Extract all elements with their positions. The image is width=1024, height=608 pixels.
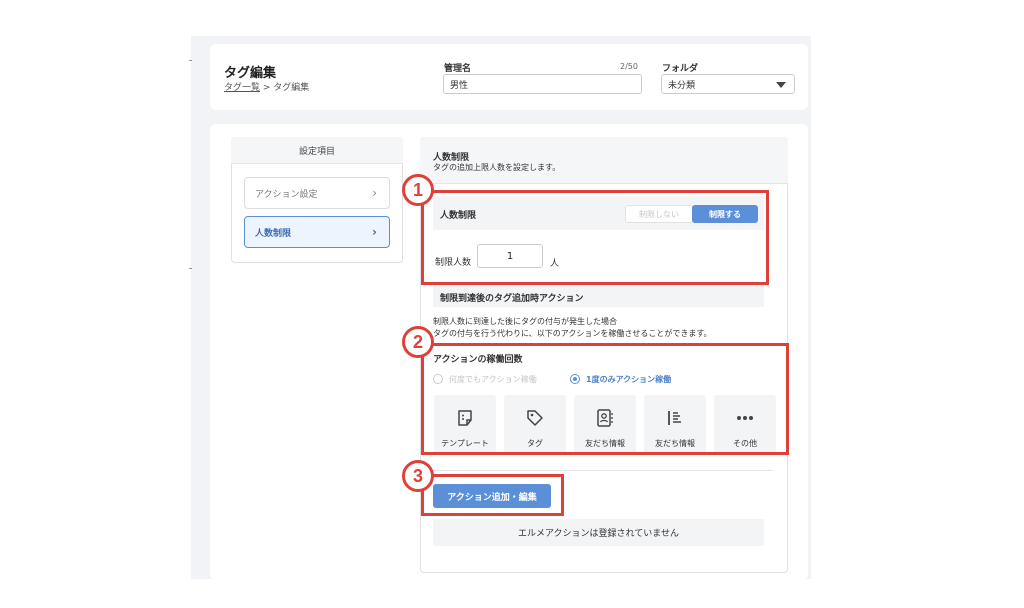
breadcrumb-link-tag-list[interactable]: タグ一覧 <box>224 83 260 93</box>
name-input-value: 男性 <box>450 80 469 91</box>
folder-field-label: フォルダ <box>662 64 699 74</box>
empty-actions-box: エルメアクションは登録されていません <box>433 519 764 546</box>
divider <box>433 470 773 471</box>
empty-actions-message: エルメアクションは登録されていません <box>517 529 679 539</box>
after-limit-desc-1: 制限人数に到達した後にタグの付与が発生した場合 <box>433 317 617 326</box>
breadcrumb: タグ一覧 > タグ編集 <box>224 80 309 93</box>
annotation-badge-3: 3 <box>402 460 434 492</box>
page-title: タグ編集 <box>224 66 277 81</box>
annotation-badge-1: 1 <box>402 174 434 206</box>
name-input[interactable]: 男性 <box>443 74 642 94</box>
after-limit-desc-2: タグの付与を行う代わりに、以下のアクションを稼働させることができます。 <box>433 329 712 338</box>
after-limit-title: 制限到達後のタグ追加時アクション <box>440 294 584 304</box>
name-field-label: 管理名 <box>444 64 472 74</box>
panel-header <box>420 137 788 184</box>
name-char-counter: 2/50 <box>620 62 638 71</box>
annotation-box-1 <box>421 190 769 285</box>
sidebar-item-action-settings[interactable]: アクション設定 › <box>244 177 390 209</box>
folder-select-value: 未分類 <box>668 80 696 91</box>
chevron-right-icon: › <box>372 225 377 239</box>
chevron-down-icon <box>776 82 786 88</box>
annotation-badge-2: 2 <box>402 326 434 358</box>
folder-select[interactable]: 未分類 <box>661 74 795 94</box>
breadcrumb-current: タグ編集 <box>273 83 310 93</box>
annotation-box-2 <box>421 343 789 455</box>
sidebar-item-label: 人数制限 <box>255 228 292 239</box>
breadcrumb-separator: > <box>260 83 274 93</box>
sidebar-item-limit[interactable]: 人数制限 › <box>244 216 390 248</box>
chevron-right-icon: › <box>372 186 377 200</box>
annotation-box-3 <box>421 474 564 516</box>
frame-tick <box>189 268 192 269</box>
sidebar-item-label: アクション設定 <box>255 189 318 200</box>
sidebar-heading: 設定項目 <box>231 137 403 164</box>
frame-tick <box>189 60 192 61</box>
panel-description: タグの追加上限人数を設定します。 <box>433 163 561 172</box>
